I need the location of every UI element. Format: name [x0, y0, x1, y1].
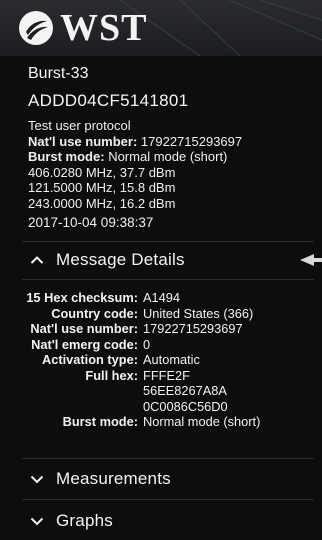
- burst-mode-label: Burst mode:: [28, 149, 105, 164]
- detail-label: Nat'l use number:: [30, 321, 138, 336]
- detail-row-burst-mode: Burst mode: Normal mode (short): [0, 414, 322, 430]
- beacon-burst-mode: Burst mode: Normal mode (short): [28, 149, 318, 165]
- wst-logo-icon: [19, 11, 53, 45]
- detail-label: Activation type:: [42, 352, 138, 367]
- measurements-label: Measurements: [56, 469, 171, 488]
- full-hex-line: FFFE2F: [143, 367, 190, 383]
- detail-label: Country code:: [51, 305, 138, 321]
- full-hex-value: FFFE2F 56EE8267A8A 0C0086C56D0: [143, 368, 322, 415]
- frequency-line: 121.5000 MHz, 15.8 dBm: [28, 180, 176, 195]
- beacon-name: Burst-33: [28, 65, 89, 82]
- full-hex-line: 56EE8267A8A: [143, 383, 227, 398]
- detail-label: Burst mode:: [62, 414, 138, 429]
- beacon-id: ADDD04CF5141801: [28, 91, 189, 110]
- app-header: WST: [0, 0, 322, 56]
- detail-row-country: Country code: United States (366): [0, 306, 322, 322]
- frequency-line: 406.0280 MHz, 37.7 dBm: [28, 164, 176, 180]
- beacon-protocol: Test user protocol: [28, 118, 131, 133]
- detail-label: Full hex:: [85, 367, 138, 383]
- natl-use-value: 17922715293697: [140, 133, 243, 149]
- chevron-down-icon: [30, 517, 44, 526]
- divider: [22, 499, 314, 500]
- burst-mode-value: Normal mode (short): [108, 149, 228, 164]
- divider: [22, 241, 314, 242]
- detail-value: United States (366): [143, 305, 254, 321]
- natl-use-label: Nat'l use number:: [28, 133, 138, 149]
- detail-row-full-hex: Full hex: FFFE2F 56EE8267A8A 0C0086C56D0: [0, 368, 322, 415]
- graphs-label: Graphs: [56, 511, 113, 530]
- pointer-arrow-icon: [300, 254, 322, 266]
- message-details-panel: 15 Hex checksum: A1494 Country code: Uni…: [0, 290, 322, 430]
- message-details-label: Message Details: [56, 250, 185, 269]
- chevron-down-icon: [30, 475, 44, 484]
- chevron-up-icon: [30, 256, 44, 264]
- detail-row-activation: Activation type: Automatic: [0, 352, 322, 368]
- detail-value: Automatic: [143, 352, 200, 367]
- graphs-toggle[interactable]: Graphs: [30, 506, 310, 536]
- frequency-line: 243.0000 MHz, 16.2 dBm: [28, 195, 176, 211]
- detail-row-checksum: 15 Hex checksum: A1494: [0, 290, 322, 306]
- logo-text: WST: [60, 7, 148, 49]
- beacon-timestamp: 2017-10-04 09:38:37: [28, 215, 154, 230]
- detail-row-emerg-code: Nat'l emerg code: 0: [0, 337, 322, 353]
- divider: [22, 279, 314, 280]
- detail-value: Normal mode (short): [143, 414, 261, 429]
- detail-value: 17922715293697: [143, 321, 243, 336]
- divider: [22, 458, 314, 459]
- detail-value: A1494: [143, 290, 181, 305]
- detail-label: 15 Hex checksum:: [26, 290, 138, 305]
- beacon-summary: Burst-33 ADDD04CF5141801 Test user proto…: [28, 64, 318, 231]
- detail-row-natl-use: Nat'l use number: 17922715293697: [0, 321, 322, 337]
- beacon-natl-use: Nat'l use number: 17922715293697: [28, 134, 318, 150]
- detail-value: 0: [143, 336, 151, 352]
- full-hex-line: 0C0086C56D0: [143, 398, 228, 414]
- detail-label: Nat'l emerg code:: [31, 336, 138, 352]
- message-details-toggle[interactable]: Message Details: [30, 245, 310, 275]
- measurements-toggle[interactable]: Measurements: [30, 464, 310, 494]
